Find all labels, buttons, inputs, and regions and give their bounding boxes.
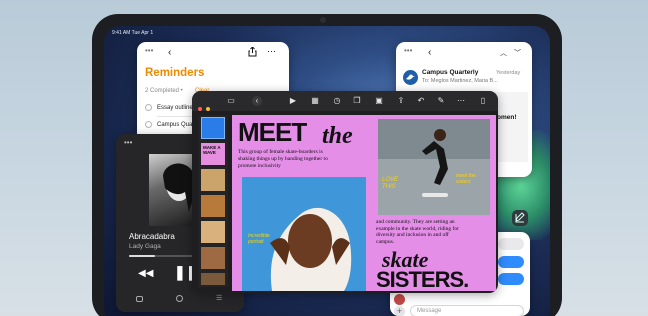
mail-recipients: To: Meglos Martinez, Maria B... [422, 78, 498, 84]
thumbnail[interactable] [201, 273, 225, 285]
window-menu-dots[interactable]: ••• [404, 47, 412, 55]
window-menu-dots[interactable]: ••• [145, 47, 153, 55]
thumbnail[interactable] [201, 169, 225, 191]
thumbnail[interactable] [201, 247, 225, 269]
back-chevron-icon[interactable]: ‹ [428, 47, 431, 58]
chevron-up-icon[interactable]: ︿ [500, 48, 507, 58]
progress-fill [129, 255, 155, 257]
thumbnail-selected[interactable] [201, 117, 225, 139]
headline-sisters: SISTERS. [376, 267, 469, 292]
more-icon[interactable]: ⋯ [456, 96, 466, 106]
photo-icon[interactable]: ▣ [374, 96, 384, 106]
freeform-window: ▭ ‹ ▶ ▦ ◷ ❐ ▣ ⇪ ↶ ✎ ⋯ ▯ MAKE A WAVE MEET… [192, 91, 498, 293]
message-bubble-received [498, 238, 524, 250]
airplay-icon[interactable] [176, 295, 183, 302]
clock-icon[interactable]: ◷ [332, 96, 342, 106]
mail-sender: Campus Quarterly [422, 69, 479, 76]
reminder-checkbox[interactable] [145, 104, 152, 111]
body-text: and community. They are setting an examp… [376, 219, 459, 245]
pen-icon[interactable]: ✎ [436, 96, 446, 106]
play-icon[interactable]: ▶ [288, 96, 298, 106]
message-bubble-sent [498, 256, 524, 268]
progress-bar[interactable] [129, 255, 197, 257]
corner-note: meet the sisters [456, 173, 476, 185]
lyrics-icon[interactable] [136, 296, 143, 302]
page-thumbnails: MAKE A WAVE [198, 115, 228, 287]
completed-count: 2 Completed • [145, 88, 183, 94]
duplicate-icon[interactable]: ❐ [352, 96, 362, 106]
window-controls[interactable] [198, 98, 214, 129]
thumbnail-make-a-wave[interactable]: MAKE A WAVE [201, 143, 225, 165]
intro-text: This group of female skate-boarders is s… [238, 149, 328, 169]
share-icon[interactable]: ⇪ [396, 96, 406, 106]
thumbnail[interactable] [201, 195, 225, 217]
undo-icon[interactable]: ↶ [416, 96, 426, 106]
message-input[interactable]: Message [410, 305, 524, 316]
more-icon[interactable]: ⋯ [267, 46, 276, 57]
back-chevron-icon[interactable]: ‹ [168, 47, 171, 58]
reminders-title: Reminders [145, 67, 205, 79]
compose-button[interactable] [512, 210, 528, 226]
freeform-toolbar: ▭ ‹ ▶ ▦ ◷ ❐ ▣ ⇪ ↶ ✎ ⋯ ▯ [192, 91, 498, 129]
song-artist: Lady Gaga [129, 243, 161, 250]
song-title: Abracadabra [129, 232, 175, 241]
chevron-down-icon[interactable]: ﹀ [514, 48, 521, 58]
rewind-icon[interactable]: ◀◀ [138, 268, 153, 279]
mail-time: Yesterday [496, 70, 521, 76]
sidebar-icon[interactable]: ▭ [226, 96, 236, 106]
sender-avatar [403, 70, 418, 85]
skater-photo [378, 119, 490, 215]
love-this-note: LOVE THIS [382, 177, 399, 190]
back-icon[interactable]: ‹ [252, 96, 262, 106]
plus-icon[interactable]: + [394, 306, 405, 316]
front-camera [320, 17, 326, 23]
compose-icon [515, 212, 525, 223]
headline-meet: MEET [238, 117, 307, 147]
reminder-item[interactable]: Essay outline [157, 105, 193, 111]
queue-icon[interactable]: ☰ [216, 294, 222, 302]
message-bubble-sent [498, 273, 524, 285]
headline-the: the [322, 123, 353, 149]
window-menu-dots[interactable]: ••• [124, 139, 132, 147]
thumbnail[interactable] [201, 221, 225, 243]
board-page-left: MEET the This group of female skate-boar… [232, 115, 372, 291]
board-page-right: LOVE THIS meet the sisters and community… [372, 115, 496, 292]
table-icon[interactable]: ▦ [310, 96, 320, 106]
avatar [394, 294, 405, 305]
document-icon[interactable]: ▯ [478, 96, 488, 106]
reminder-checkbox[interactable] [145, 121, 152, 128]
skater-illustration [378, 119, 490, 197]
bird-icon [406, 74, 415, 80]
share-icon[interactable] [248, 47, 257, 57]
status-bar-time: 9:41 AM Tue Apr 1 [112, 30, 154, 36]
photo-note: Incredible portrait [248, 233, 270, 245]
